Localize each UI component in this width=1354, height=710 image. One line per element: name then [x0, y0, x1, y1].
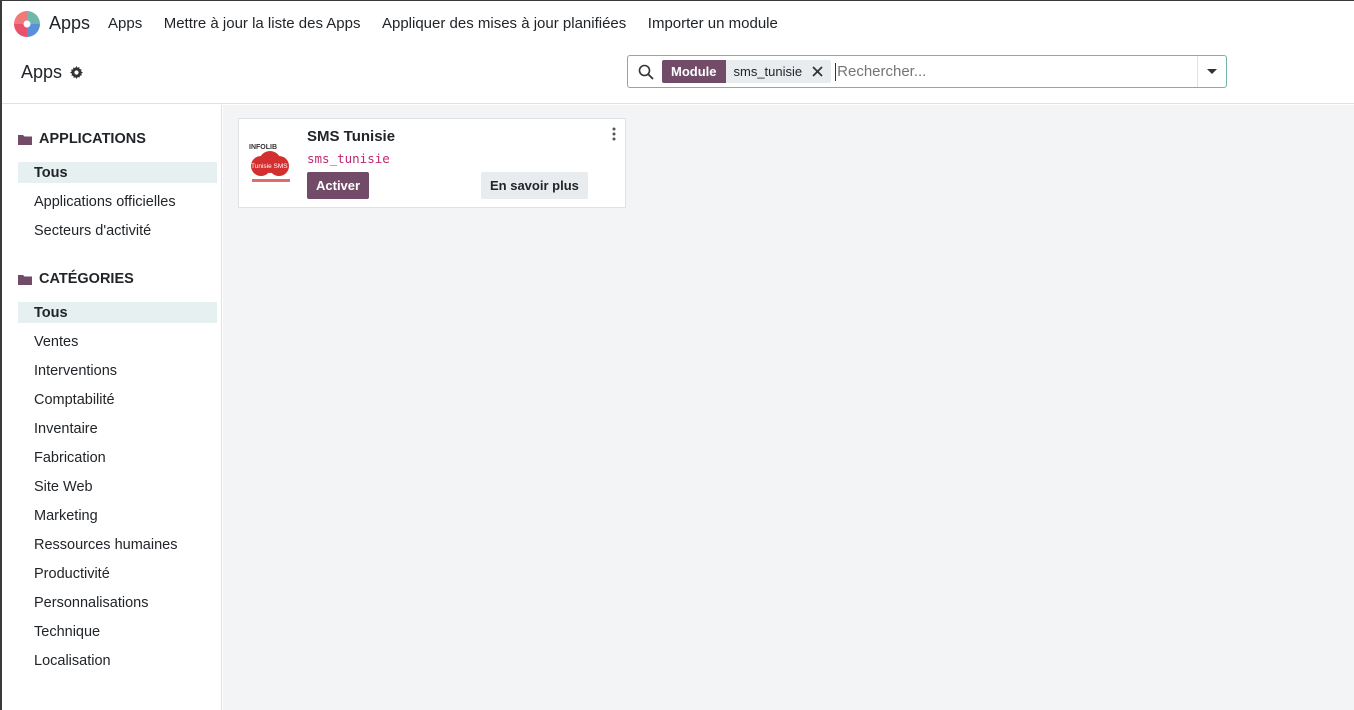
module-logo: INFOLIB Tunisie SMS: [249, 144, 290, 182]
search-options-toggle[interactable]: [1197, 56, 1226, 87]
sidebar-item-official-apps[interactable]: Applications officielles: [18, 191, 217, 212]
sidebar-item-productivity[interactable]: Productivité: [18, 563, 217, 584]
nav-menu: Apps Mettre à jour la liste des Apps App…: [108, 15, 799, 32]
module-card[interactable]: INFOLIB Tunisie SMS SMS Tunisie sms_tuni…: [238, 118, 626, 208]
sidebar-item-localization[interactable]: Localisation: [18, 650, 217, 671]
facet-label: Module: [662, 60, 726, 83]
sidebar-item-all-categories[interactable]: Tous: [18, 302, 217, 323]
module-title: SMS Tunisie: [307, 128, 396, 145]
applications-header-label: APPLICATIONS: [39, 131, 146, 147]
svg-text:INFOLIB: INFOLIB: [249, 144, 277, 151]
applications-header: APPLICATIONS: [18, 131, 146, 147]
page-title: Apps: [21, 62, 63, 82]
module-technical-name: sms_tunisie: [307, 151, 390, 166]
sidebar-item-manufacturing[interactable]: Fabrication: [18, 447, 217, 468]
search-bar: Module sms_tunisie: [627, 55, 1227, 88]
brand-title[interactable]: Apps: [49, 13, 90, 34]
sidebar-item-accounting[interactable]: Comptabilité: [18, 389, 217, 410]
activate-button[interactable]: Activer: [307, 172, 370, 199]
nav-item-apply-updates[interactable]: Appliquer des mises à jour planifiées: [382, 15, 626, 32]
categories-header: CATÉGORIES: [18, 271, 134, 287]
app-menu-icon[interactable]: [14, 11, 40, 37]
breadcrumb: Apps: [21, 62, 84, 83]
sidebar-item-marketing[interactable]: Marketing: [18, 505, 217, 526]
main-content: INFOLIB Tunisie SMS SMS Tunisie sms_tuni…: [223, 105, 1354, 710]
top-navbar: Apps Apps Mettre à jour la liste des App…: [2, 1, 1354, 47]
sidebar-item-sales[interactable]: Ventes: [18, 331, 217, 352]
gear-icon[interactable]: [70, 66, 84, 79]
nav-item-import-module[interactable]: Importer un module: [648, 15, 778, 32]
sidebar-item-technical[interactable]: Technique: [18, 621, 217, 642]
sidebar-item-all-apps[interactable]: Tous: [18, 162, 217, 183]
sidebar: APPLICATIONS Tous Applications officiell…: [2, 105, 222, 710]
search-facet: Module sms_tunisie: [662, 60, 832, 83]
sidebar-item-inventory[interactable]: Inventaire: [18, 418, 217, 439]
control-panel: Apps Module sms_tunisie: [2, 47, 1354, 104]
close-icon[interactable]: [812, 66, 823, 77]
nav-item-apps[interactable]: Apps: [108, 15, 142, 32]
sidebar-item-services[interactable]: Interventions: [18, 360, 217, 381]
sidebar-item-website[interactable]: Site Web: [18, 476, 217, 497]
svg-text:Tunisie SMS: Tunisie SMS: [251, 163, 288, 170]
categories-header-label: CATÉGORIES: [39, 271, 134, 287]
chevron-down-icon: [1207, 69, 1217, 74]
facet-value: sms_tunisie: [725, 60, 832, 83]
nav-item-update-list[interactable]: Mettre à jour la liste des Apps: [164, 15, 361, 32]
search-input[interactable]: [835, 62, 1197, 81]
sidebar-item-customizations[interactable]: Personnalisations: [18, 592, 217, 613]
learn-more-button[interactable]: En savoir plus: [481, 172, 588, 199]
folder-icon: [18, 134, 32, 145]
sidebar-item-industries[interactable]: Secteurs d'activité: [18, 220, 217, 241]
sidebar-item-human-resources[interactable]: Ressources humaines: [18, 534, 217, 555]
folder-icon: [18, 274, 32, 285]
more-options-icon[interactable]: [612, 127, 616, 141]
facet-value-text: sms_tunisie: [733, 64, 803, 79]
search-icon[interactable]: [638, 64, 654, 80]
